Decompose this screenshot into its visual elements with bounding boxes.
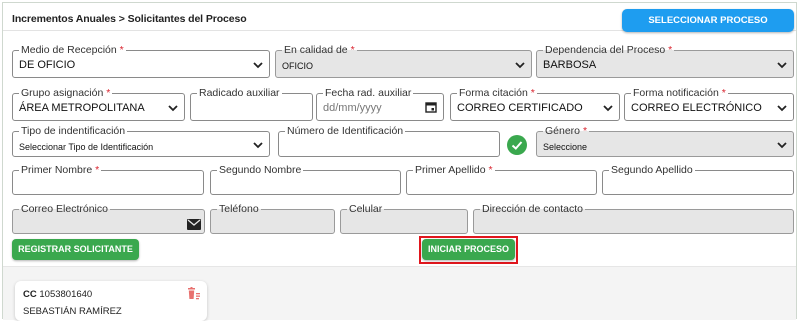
segundo-nombre-label: Segundo Nombre [217, 163, 304, 177]
tipo-identificacion-select[interactable]: Tipo de indentificación Seleccionar Tipo… [12, 124, 270, 157]
segundo-nombre-input[interactable]: Segundo Nombre [210, 163, 401, 195]
primer-nombre-input[interactable]: Primer Nombre * [12, 163, 204, 195]
forma-citacion-label: Forma citación * [457, 86, 537, 100]
radicado-auxiliar-input[interactable]: Radicado auxiliar [190, 86, 313, 121]
check-circle-icon[interactable] [507, 135, 527, 155]
chevron-down-icon [168, 105, 178, 112]
trash-icon[interactable] [187, 287, 201, 301]
celular-input[interactable]: Celular [340, 202, 468, 234]
primer-apellido-label: Primer Apellido * [413, 163, 495, 177]
chevron-down-icon [253, 62, 263, 69]
forma-notificacion-value: CORREO ELECTRÓNICO [631, 102, 762, 114]
fecha-rad-auxiliar-input[interactable]: Fecha rad. auxiliar dd/mm/yyyy [316, 86, 444, 121]
primer-nombre-label: Primer Nombre * [19, 163, 102, 177]
solicitante-name: SEBASTIÁN RAMÍREZ [23, 306, 122, 317]
genero-value: Seleccione [543, 142, 588, 152]
chevron-down-icon [603, 105, 613, 112]
correo-electronico-label: Correo Electrónico [19, 202, 110, 216]
calendar-icon[interactable] [425, 101, 437, 113]
tipo-identificacion-value: Seleccionar Tipo de Identificación [19, 142, 154, 152]
primer-apellido-input[interactable]: Primer Apellido * [406, 163, 597, 195]
dependencia-label: Dependencia del Proceso * [543, 43, 675, 57]
fecha-rad-auxiliar-label: Fecha rad. auxiliar [323, 86, 414, 100]
chevron-down-icon [777, 142, 787, 149]
registrar-solicitante-button[interactable]: REGISTRAR SOLICITANTE [12, 239, 139, 260]
en-calidad-de-select[interactable]: En calidad de * OFICIO [275, 43, 532, 78]
correo-electronico-input[interactable]: Correo Electrónico [12, 202, 205, 234]
medio-recepcion-select[interactable]: Medio de Recepción * DE OFICIO [12, 43, 270, 78]
app-frame: Incrementos Anuales > Solicitantes del P… [2, 2, 797, 321]
grupo-asignacion-label: Grupo asignación * [19, 86, 113, 100]
forma-notificacion-select[interactable]: Forma notificación * CORREO ELECTRÓNICO [624, 86, 794, 121]
chevron-down-icon [777, 62, 787, 69]
forma-notificacion-label: Forma notificación * [631, 86, 728, 100]
chevron-down-icon [777, 105, 787, 112]
solicitante-document: CC 1053801640 [23, 289, 93, 300]
genero-select[interactable]: Género * Seleccione [536, 124, 794, 157]
dependencia-value: BARBOSA [543, 59, 597, 71]
en-calidad-de-label: En calidad de * [282, 43, 357, 57]
radicado-auxiliar-label: Radicado auxiliar [197, 86, 282, 100]
direccion-contacto-label: Dirección de contacto [480, 202, 585, 216]
direccion-contacto-input[interactable]: Dirección de contacto [473, 202, 794, 234]
medio-recepcion-value: DE OFICIO [19, 59, 76, 71]
forma-citacion-value: CORREO CERTIFICADO [457, 102, 583, 114]
breadcrumb: Incrementos Anuales > Solicitantes del P… [12, 13, 247, 25]
solicitante-card[interactable]: CC 1053801640 SEBASTIÁN RAMÍREZ [15, 281, 207, 321]
chevron-down-icon [515, 62, 525, 69]
grupo-asignacion-select[interactable]: Grupo asignación * ÁREA METROPOLITANA [12, 86, 185, 121]
celular-label: Celular [347, 202, 385, 216]
segundo-apellido-label: Segundo Apellido [609, 163, 695, 177]
telefono-input[interactable]: Teléfono [210, 202, 335, 234]
medio-recepcion-label: Medio de Recepción * [19, 43, 126, 57]
grupo-asignacion-value: ÁREA METROPOLITANA [19, 102, 145, 114]
tipo-identificacion-label: Tipo de indentificación [19, 124, 128, 138]
select-different-process-button[interactable]: SELECCIONAR PROCESO DIFERENTE [622, 9, 794, 49]
forma-citacion-select[interactable]: Forma citación * CORREO CERTIFICADO [450, 86, 620, 121]
genero-label: Género * [543, 124, 590, 138]
fecha-rad-auxiliar-placeholder: dd/mm/yyyy [323, 102, 382, 114]
chevron-down-icon [253, 142, 263, 149]
numero-identificacion-input[interactable]: Número de Identificación [278, 124, 500, 157]
header: Incrementos Anuales > Solicitantes del P… [3, 3, 796, 49]
telefono-label: Teléfono [217, 202, 261, 216]
mail-icon [187, 219, 201, 230]
dependencia-select[interactable]: Dependencia del Proceso * BARBOSA [536, 43, 794, 78]
en-calidad-de-value: OFICIO [282, 61, 313, 71]
segundo-apellido-input[interactable]: Segundo Apellido [602, 163, 794, 195]
numero-identificacion-label: Número de Identificación [285, 124, 406, 138]
iniciar-proceso-button[interactable]: INICIAR PROCESO [422, 239, 515, 260]
